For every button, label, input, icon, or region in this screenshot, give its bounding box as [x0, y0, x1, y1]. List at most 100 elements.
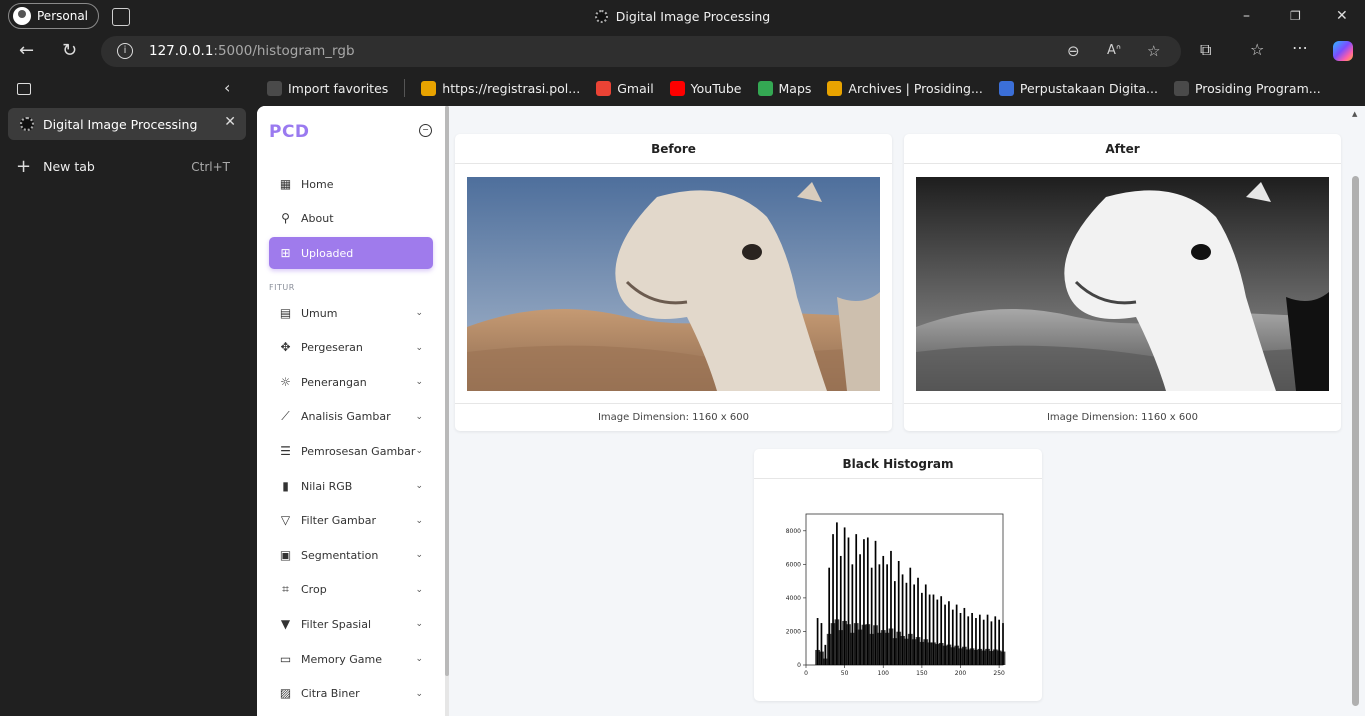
favorites-divider — [404, 79, 406, 97]
after-card: After Image Dimension: 1160 x 600 — [904, 134, 1341, 431]
window-titlebar: Personal Digital Image Processing – ❐ ✕ — [0, 0, 1365, 34]
sidebar-item-filter-gambar[interactable]: ▽ Filter Gambar ⌄ — [269, 505, 433, 537]
sidebar-item-segmentation[interactable]: ▣ Segmentation ⌄ — [269, 539, 433, 571]
before-image — [467, 177, 880, 391]
favorite-item[interactable]: Archives | Prosiding... — [827, 80, 983, 96]
sidebar-item-crop[interactable]: ⌗ Crop ⌄ — [269, 574, 433, 606]
tab-digital-image-processing[interactable]: Digital Image Processing ✕ — [8, 108, 246, 140]
y-tick-label: 2000 — [786, 628, 801, 635]
sidebar-item-label: Penerangan — [301, 375, 367, 389]
copilot-icon[interactable] — [1333, 41, 1353, 61]
sidebar-item-label: Filter Gambar — [301, 514, 376, 528]
gamepad-icon: ▭ — [279, 651, 292, 666]
chevron-down-icon: ⌄ — [415, 342, 423, 353]
library-icon — [998, 80, 1014, 96]
chevron-down-icon: ⌄ — [415, 377, 423, 388]
sidebar-scrollbar[interactable] — [445, 106, 449, 716]
sidebar-item-uploaded[interactable]: ⊞ Uploaded — [269, 237, 433, 269]
sidebar-item-label: About — [301, 211, 334, 225]
new-tab-button[interactable]: + New tab Ctrl+T — [16, 156, 230, 177]
close-tab-icon[interactable]: ✕ — [224, 114, 236, 130]
favorite-item[interactable]: Maps — [757, 80, 811, 96]
zoom-icon[interactable]: ⊖ — [1067, 42, 1080, 60]
brand-logo[interactable]: PCD — [269, 122, 310, 142]
favorite-item[interactable]: Perpustakaan Digita... — [998, 80, 1158, 96]
sidebar-item-memory-game[interactable]: ▭ Memory Game ⌄ — [269, 643, 433, 675]
polinema-icon — [827, 80, 843, 96]
youtube-icon — [669, 80, 685, 96]
tab-label: Digital Image Processing — [43, 116, 198, 132]
more-menu-icon[interactable]: ⋯ — [1292, 38, 1308, 57]
sidebar-item-analisis-gambar[interactable]: ⟋ Analisis Gambar ⌄ — [269, 401, 433, 433]
maps-icon — [757, 80, 773, 96]
new-tab-shortcut: Ctrl+T — [191, 159, 230, 174]
plus-icon: + — [16, 156, 32, 177]
navigation-bar: ← ↻ i 127.0.0.1:5000/histogram_rgb ⊖ Aᐢ … — [0, 34, 1365, 70]
sidebar-item-label: Umum — [301, 306, 338, 320]
favorite-star-icon[interactable]: ☆ — [1147, 42, 1160, 60]
scroll-up-icon[interactable]: ▲ — [1352, 110, 1357, 118]
favorite-item[interactable]: Import favorites — [267, 80, 388, 96]
sidebar-toggle-icon[interactable]: − — [419, 124, 432, 137]
before-title: Before — [455, 134, 892, 164]
before-card: Before Image Dimension: 1160 x 600 — [455, 134, 892, 431]
sidebar-item-filter-spasial[interactable]: ▼ Filter Spasial ⌄ — [269, 608, 433, 640]
favorite-item[interactable]: https://registrasi.pol... — [421, 80, 581, 96]
chevron-down-icon: ⌄ — [415, 550, 423, 561]
x-tick-label: 200 — [955, 670, 967, 677]
x-tick-label: 150 — [916, 670, 928, 677]
sidebar-item-label: Pemrosesan Gambar — [301, 444, 416, 458]
chevron-down-icon: ⌄ — [415, 688, 423, 699]
section-label: FITUR — [269, 283, 295, 292]
address-bar[interactable]: i 127.0.0.1:5000/histogram_rgb ⊖ Aᐢ ☆ — [101, 36, 1181, 67]
url-path: :5000/histogram_rgb — [213, 43, 355, 59]
sidebar-item-label: Segmentation — [301, 548, 379, 562]
sidebar-item-nilai-rgb[interactable]: ▮ Nilai RGB ⌄ — [269, 470, 433, 502]
favorite-label: https://registrasi.pol... — [442, 80, 581, 96]
refresh-icon[interactable]: ↻ — [62, 40, 77, 61]
sidebar-item-pemrosesan-gambar[interactable]: ☰ Pemrosesan Gambar ⌄ — [269, 435, 433, 467]
y-tick-label: 6000 — [786, 561, 801, 568]
minimize-button[interactable]: – — [1243, 8, 1250, 24]
sidebar-item-citra-biner[interactable]: ▨ Citra Biner ⌄ — [269, 678, 433, 710]
vertical-tabs-panel: ‹ Digital Image Processing ✕ + New tab C… — [0, 70, 257, 716]
chevron-down-icon: ⌄ — [415, 515, 423, 526]
histogram-bar-base — [1000, 651, 1006, 665]
x-tick-label: 250 — [993, 670, 1005, 677]
extensions-icon[interactable]: ⧉ — [1200, 40, 1211, 60]
chevron-down-icon: ⌄ — [415, 584, 423, 595]
sidebar-item-label: Memory Game — [301, 652, 382, 666]
page-scrollbar[interactable]: ▲ — [1348, 106, 1365, 716]
sidebar-item-home[interactable]: ▦ Home — [269, 168, 433, 200]
sidebar-item-label: Nilai RGB — [301, 479, 353, 493]
histogram-card: Black Histogram 0 50 100 150 200 250 0 2000 4000… — [754, 449, 1042, 701]
url-text[interactable]: 127.0.0.1:5000/histogram_rgb — [149, 43, 355, 59]
sidebar-item-umum[interactable]: ▤ Umum ⌄ — [269, 297, 433, 329]
favorite-item[interactable]: Gmail — [596, 80, 654, 96]
tab-actions-icon[interactable] — [17, 83, 31, 95]
sidebar-item-penerangan[interactable]: ☼ Penerangan ⌄ — [269, 366, 433, 398]
sidebar-item-pergeseran[interactable]: ✥ Pergeseran ⌄ — [269, 332, 433, 364]
close-window-button[interactable]: ✕ — [1336, 8, 1348, 24]
line-chart-icon: ⟋ — [281, 409, 290, 424]
site-info-icon[interactable]: i — [117, 43, 133, 59]
restore-button[interactable]: ❐ — [1290, 9, 1301, 23]
sidebar-item-about[interactable]: ⚲ About — [269, 202, 433, 234]
app-sidebar: PCD − ▦ Home ⚲ About ⊞ Uploaded ▤ Umum ⌄ ✥ Pergese… — [257, 106, 445, 716]
sidebar-item-label: Crop — [301, 583, 327, 597]
sliders-icon: ☰ — [280, 443, 291, 458]
collapse-panel-icon[interactable]: ‹ — [224, 78, 230, 97]
favorite-item[interactable]: Prosiding Program... — [1173, 80, 1321, 96]
filter-icon: ▽ — [280, 513, 291, 528]
read-aloud-icon[interactable]: Aᐢ — [1107, 43, 1121, 58]
favorites-icon[interactable]: ☆ — [1250, 40, 1264, 59]
move-icon: ✥ — [280, 340, 291, 355]
x-tick-label: 0 — [804, 670, 808, 677]
document-icon: ▤ — [279, 305, 292, 320]
back-icon[interactable]: ← — [19, 40, 34, 61]
chevron-down-icon: ⌄ — [415, 411, 423, 422]
chevron-down-icon: ⌄ — [415, 446, 423, 457]
before-dimension: Image Dimension: 1160 x 600 — [455, 403, 892, 431]
y-tick-label: 4000 — [786, 595, 801, 602]
favorite-item[interactable]: YouTube — [669, 80, 742, 96]
